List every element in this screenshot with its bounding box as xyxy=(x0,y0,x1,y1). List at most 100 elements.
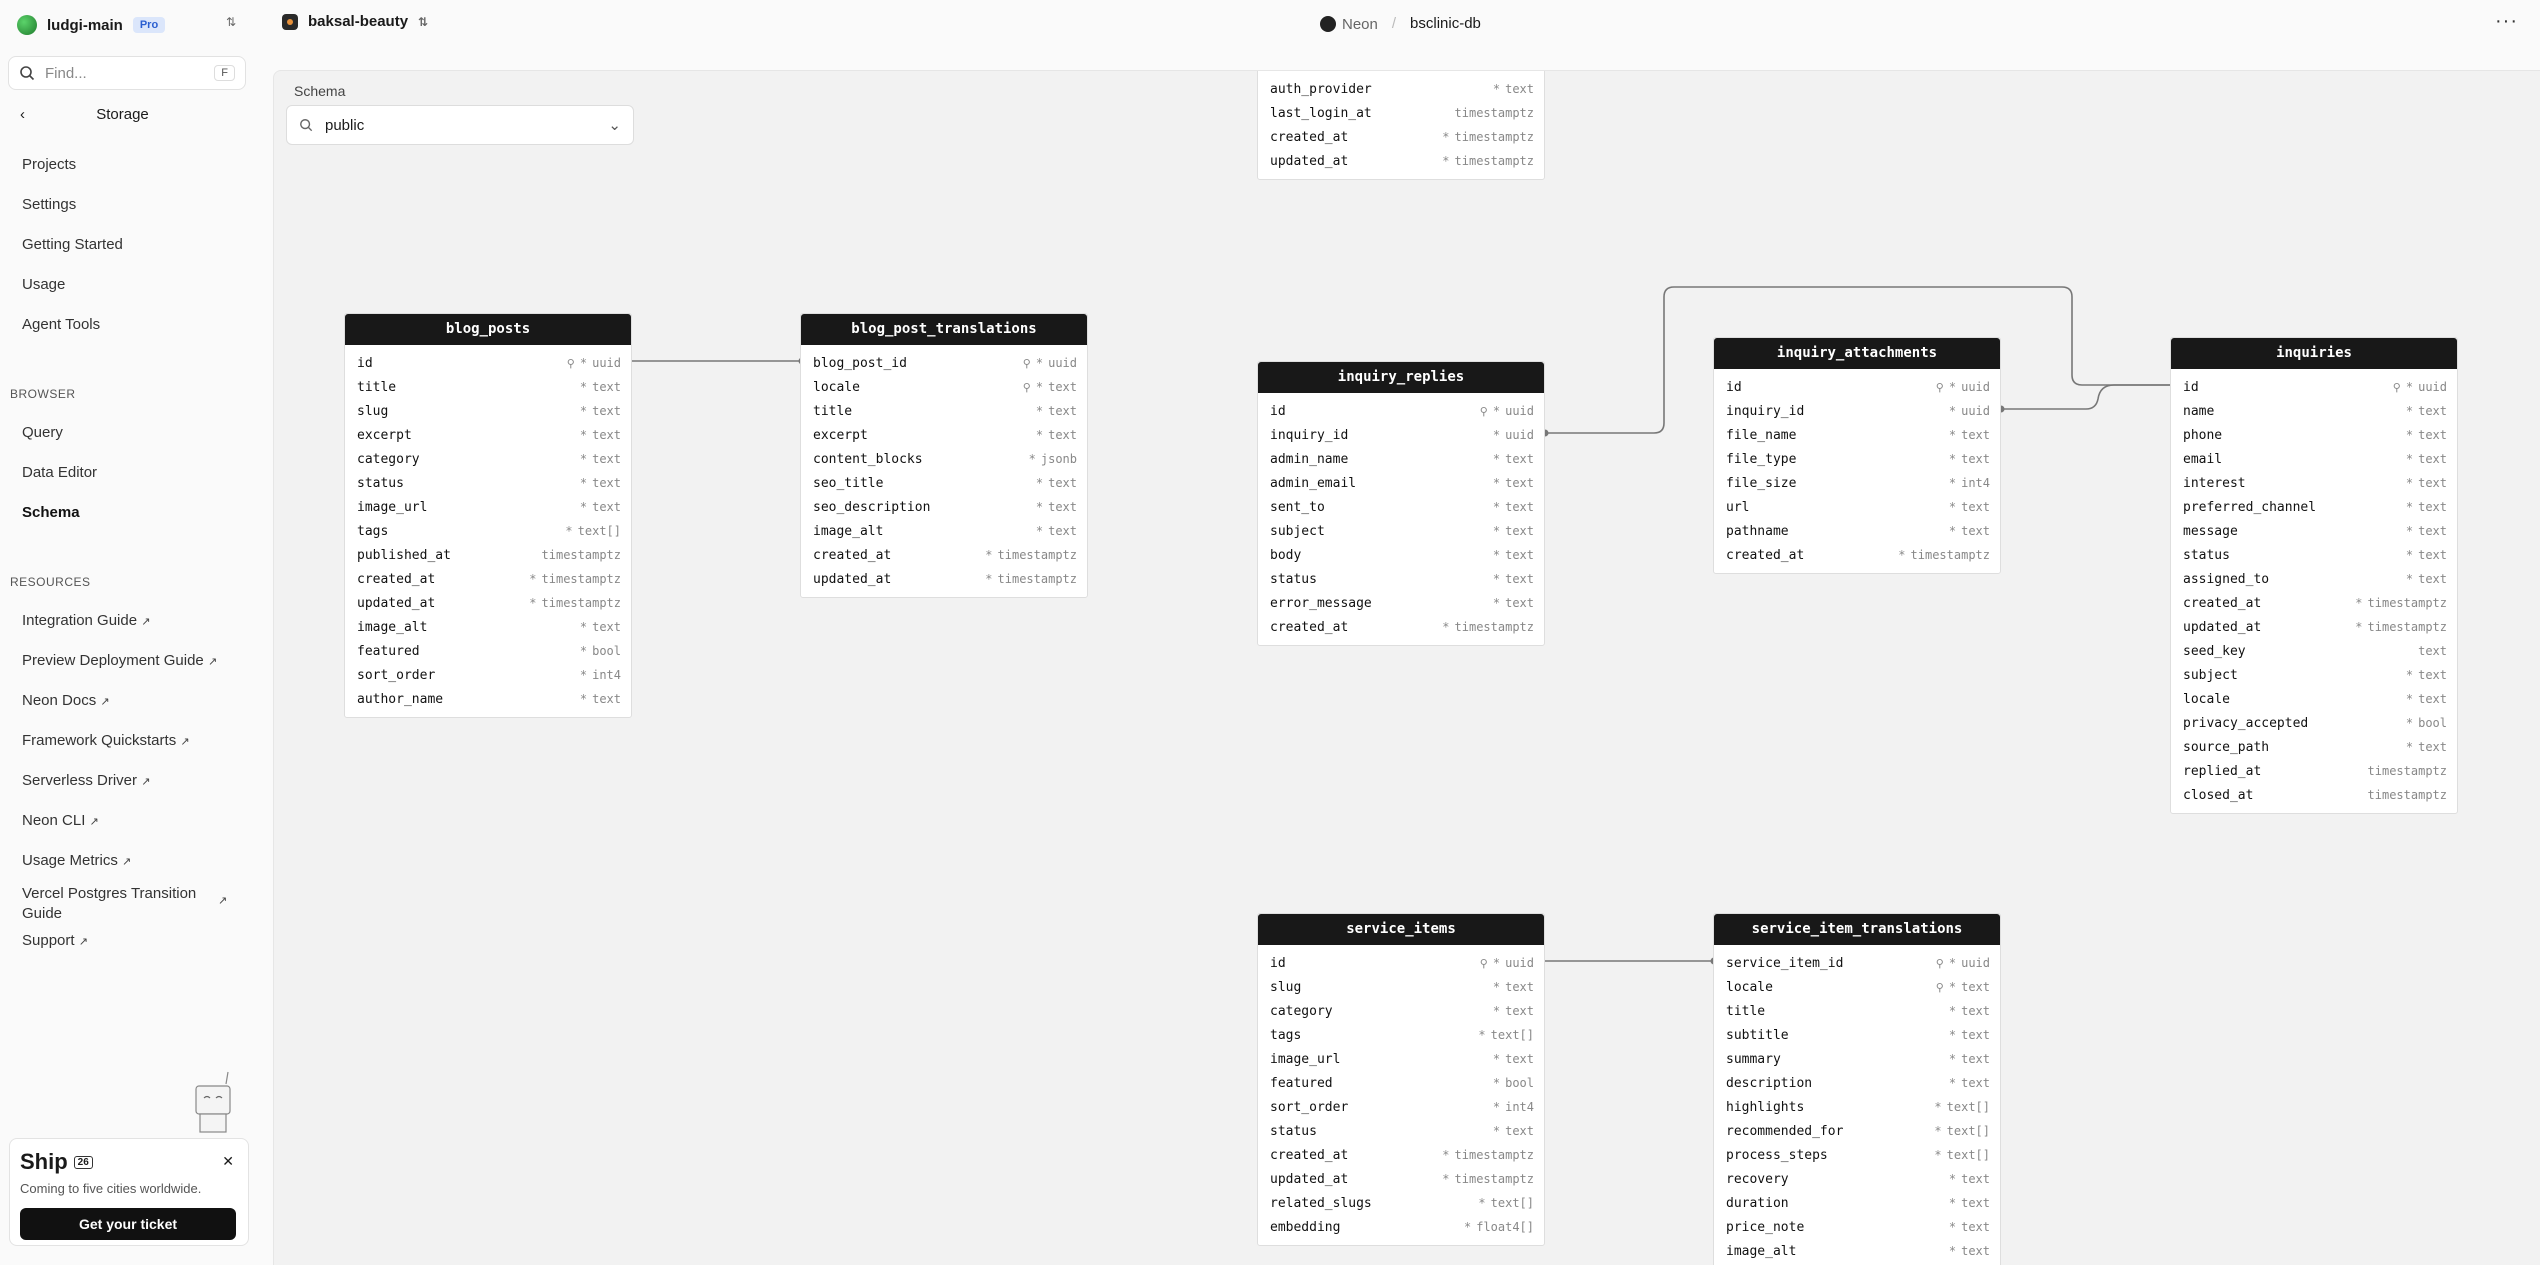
column-type: * timestamptz xyxy=(1898,548,1990,562)
table-blog-posts[interactable]: blog_posts id ⚲ * uuid title * text slug * text exc… xyxy=(344,313,632,718)
table-column-row: source_path * text xyxy=(2171,735,2457,759)
resource-integration-guide[interactable]: Integration Guide ↗ xyxy=(22,612,150,629)
table-column-row: status*text xyxy=(1258,71,1544,77)
resource-neon-docs[interactable]: Neon Docs ↗ xyxy=(22,692,110,709)
table-column-row: url * text xyxy=(1714,495,2000,519)
column-type: *text xyxy=(1948,500,1990,514)
column-name: status xyxy=(2183,547,2230,563)
table-column-row: related_slugs * text[] xyxy=(1258,1191,1544,1215)
column-type: *text xyxy=(1035,476,1077,490)
resource-preview-deployment-guide[interactable]: Preview Deployment Guide ↗ xyxy=(22,652,217,669)
required-icon: * xyxy=(1492,596,1501,610)
table-inquiry-replies[interactable]: inquiry_replies id ⚲ * uuid inquiry_id * uuid ad… xyxy=(1257,361,1545,646)
column-name: title xyxy=(813,403,853,419)
resource-support[interactable]: Support ↗ xyxy=(22,932,88,949)
table-inquiries[interactable]: inquiries id ⚲ * uuid name * text phone * text emai… xyxy=(2170,337,2458,814)
external-link-icon: ↗ xyxy=(78,936,88,948)
sidebar-search[interactable]: Find... F xyxy=(8,56,246,90)
table-header[interactable]: inquiry_replies xyxy=(1258,362,1544,393)
table-header[interactable]: blog_post_translations xyxy=(801,314,1087,345)
table-header[interactable]: blog_posts xyxy=(345,314,631,345)
column-name: tags xyxy=(357,523,389,539)
column-name: created_at xyxy=(1270,129,1349,145)
column-type: ⚲ * uuid xyxy=(1935,956,1990,970)
table-service-item-translations[interactable]: service_item_translations service_item_id… xyxy=(1713,913,2001,1265)
sidebar-item-schema[interactable]: Schema xyxy=(22,504,80,521)
required-icon: * xyxy=(1948,1004,1957,1018)
org-switch-chevron-icon[interactable]: ⇅ xyxy=(226,15,236,29)
required-icon: * xyxy=(2405,428,2414,442)
table-header[interactable]: service_item_translations xyxy=(1714,914,2000,945)
resource-neon-cli[interactable]: Neon CLI ↗ xyxy=(22,812,99,829)
column-type: *text xyxy=(2405,476,2447,490)
column-name: seo_title xyxy=(813,475,884,491)
sidebar-item-data-editor[interactable]: Data Editor xyxy=(22,464,97,481)
required-icon: * xyxy=(579,380,588,394)
sidebar-item-query[interactable]: Query xyxy=(22,424,63,441)
sidebar-item-settings[interactable]: Settings xyxy=(22,196,76,213)
required-icon: * xyxy=(1948,404,1957,418)
table-column-row: created_at * timestamptz xyxy=(1258,615,1544,639)
table-column-row: subject * text xyxy=(2171,663,2457,687)
table-column-row: interest * text xyxy=(2171,471,2457,495)
table-column-row: admin_name * text xyxy=(1258,447,1544,471)
sidebar-item-getting-started[interactable]: Getting Started xyxy=(22,236,123,253)
column-type: timestamptz xyxy=(541,548,621,562)
table-column-row: seo_title * text xyxy=(801,471,1087,495)
get-ticket-button[interactable]: Get your ticket xyxy=(20,1208,236,1240)
table-column-row: message * text xyxy=(2171,519,2457,543)
required-icon: * xyxy=(1492,524,1501,538)
table-inquiry-attachments[interactable]: inquiry_attachments id ⚲ * uuid inquiry_id * uu… xyxy=(1713,337,2001,574)
column-type: *text xyxy=(2405,692,2447,706)
resource-usage-metrics[interactable]: Usage Metrics ↗ xyxy=(22,852,131,869)
table-column-row: replied_at timestamptz xyxy=(2171,759,2457,783)
column-name: privacy_accepted xyxy=(2183,715,2309,731)
more-menu-icon[interactable]: ··· xyxy=(2495,10,2518,33)
key-link-icon: ⚲ xyxy=(1022,356,1031,370)
table-column-row: tags * text[] xyxy=(1258,1023,1544,1047)
table-column-row: seo_description * text xyxy=(801,495,1087,519)
table-service-items[interactable]: service_items id ⚲ * uuid slug * text category * t… xyxy=(1257,913,1545,1246)
column-type: * text[] xyxy=(1934,1148,1990,1162)
table-header[interactable]: inquiry_attachments xyxy=(1714,338,2000,369)
key-link-icon: ⚲ xyxy=(1935,980,1944,994)
external-link-icon: ↗ xyxy=(141,776,151,788)
sidebar-item-projects[interactable]: Projects xyxy=(22,156,76,173)
column-name: created_at xyxy=(813,547,892,563)
breadcrumb-database[interactable]: bsclinic-db xyxy=(1410,15,1481,32)
resource-vercel-postgres-guide[interactable]: Vercel Postgres Transition Guide xyxy=(22,884,222,924)
project-switcher[interactable]: baksal-beauty ⇅ xyxy=(282,13,428,30)
breadcrumb-provider[interactable]: Neon xyxy=(1320,13,1378,33)
table-column-row: recovery * text xyxy=(1714,1167,2000,1191)
key-link-icon: ⚲ xyxy=(1935,380,1944,394)
table-column-row: title * text xyxy=(801,399,1087,423)
required-icon: * xyxy=(2405,476,2414,490)
ship-promo-card: Ship 26 ✕ Coming to five cities worldwid… xyxy=(9,1138,249,1246)
sidebar-item-agent-tools[interactable]: Agent Tools xyxy=(22,316,100,333)
table-blog-post-translations[interactable]: blog_post_translations blog_post_id ⚲ * uuid… xyxy=(800,313,1088,598)
table-column-row: title * text xyxy=(345,375,631,399)
back-to-storage[interactable]: ‹ Storage xyxy=(20,106,240,123)
resource-serverless-driver[interactable]: Serverless Driver ↗ xyxy=(22,772,150,789)
sidebar-item-usage[interactable]: Usage xyxy=(22,276,65,293)
close-icon[interactable]: ✕ xyxy=(222,1153,234,1170)
column-type: *text xyxy=(1492,452,1534,466)
table-column-row: body * text xyxy=(1258,543,1544,567)
resource-framework-quickstarts[interactable]: Framework Quickstarts ↗ xyxy=(22,732,190,749)
table-header[interactable]: inquiries xyxy=(2171,338,2457,369)
table-column-row: locale * text xyxy=(2171,687,2457,711)
sidebar: Find... F ‹ Storage Projects Settings Ge… xyxy=(0,50,255,1265)
table-header[interactable]: service_items xyxy=(1258,914,1544,945)
table-users[interactable]: status*textauth_provider*textlast_login_… xyxy=(1257,71,1545,180)
required-icon: * xyxy=(1934,1124,1942,1138)
column-name: pathname xyxy=(1726,523,1789,539)
schema-canvas[interactable]: Schema public ⌄ status*textauth_provider… xyxy=(273,70,2540,1265)
required-icon: * xyxy=(1463,1220,1472,1234)
table-column-row: sort_order * int4 xyxy=(345,663,631,687)
column-type: *text xyxy=(2405,428,2447,442)
required-icon: * xyxy=(1035,404,1044,418)
column-name: locale xyxy=(813,379,860,395)
org-switcher[interactable]: ludgi-main Pro xyxy=(17,13,166,37)
column-name: closed_at xyxy=(2183,787,2254,803)
column-name: created_at xyxy=(357,571,436,587)
